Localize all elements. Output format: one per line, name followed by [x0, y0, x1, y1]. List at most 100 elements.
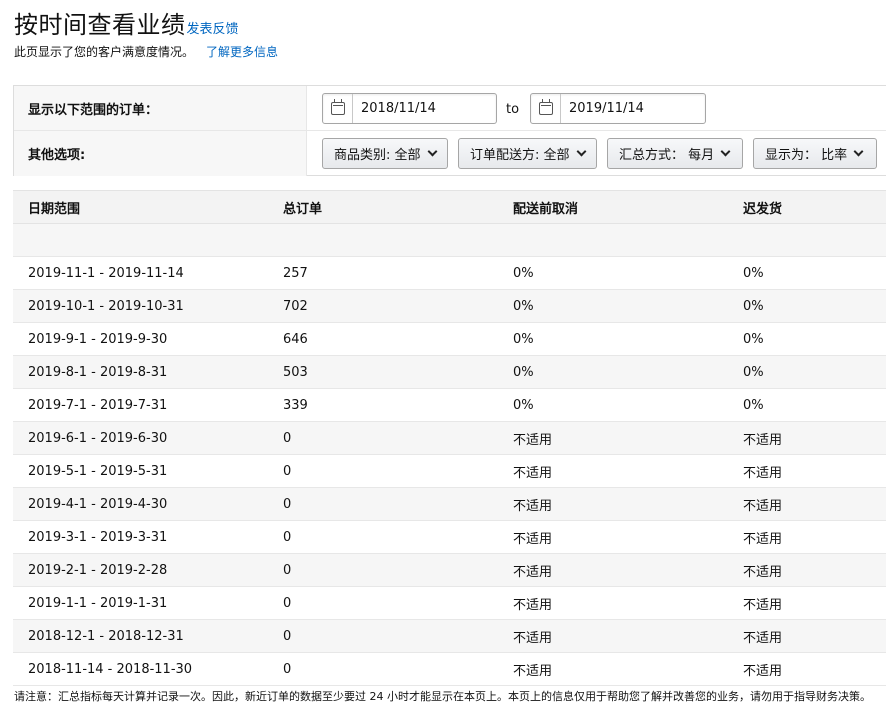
date-to-label: to [506, 102, 520, 117]
cell-late-shipment: 0% [743, 298, 764, 314]
cell-late-shipment: 0% [743, 397, 764, 413]
start-date-input[interactable]: 2018/11/14 [322, 93, 497, 124]
title-line: 按时间查看业绩 发表反馈 [14, 8, 278, 42]
cell-date-range: 2019-3-1 - 2019-3-31 [28, 529, 168, 545]
fulfillment-dropdown[interactable]: 订单配送方: 全部 [458, 138, 597, 169]
feedback-link[interactable]: 发表反馈 [187, 18, 239, 37]
cell-date-range: 2019-8-1 - 2019-8-31 [28, 364, 168, 380]
cell-cancellations: 不适用 [513, 465, 553, 481]
end-date-input[interactable]: 2019/11/14 [530, 93, 706, 124]
cell-late-shipment: 不适用 [743, 498, 783, 514]
category-dropdown-label: 商品类别: 全部 [334, 148, 421, 163]
calendar-icon [330, 99, 345, 115]
cell-date-range: 2019-7-1 - 2019-7-31 [28, 397, 168, 413]
cell-total-orders: 0 [283, 595, 292, 611]
cell-total-orders: 0 [283, 496, 292, 512]
cell-late-shipment: 不适用 [743, 432, 783, 448]
cell-late-shipment: 不适用 [743, 564, 783, 580]
cell-late-shipment: 不适用 [743, 531, 783, 547]
cell-cancellations: 0% [513, 265, 534, 281]
date-range-label: 显示以下范围的订单： [14, 86, 307, 130]
cell-late-shipment: 0% [743, 364, 764, 380]
table-row: 2019-11-1 - 2019-11-14 257 0% 0% [13, 257, 886, 290]
table-header: 日期范围 总订单 配送前取消 迟发货 [13, 190, 886, 224]
cell-cancellations: 不适用 [513, 663, 553, 679]
table-row: 2019-5-1 - 2019-5-31 0 不适用 不适用 [13, 455, 886, 488]
column-header-total-orders: 总订单 [283, 201, 323, 217]
column-header-late-shipment: 迟发货 [743, 201, 783, 217]
cell-late-shipment: 不适用 [743, 630, 783, 646]
cell-total-orders: 0 [283, 529, 292, 545]
aggregation-dropdown[interactable]: 汇总方式： 每月 [607, 138, 743, 169]
date-range-controls: 2018/11/14 to 2019/11/14 [307, 86, 886, 130]
aggregation-dropdown-label: 汇总方式： 每月 [619, 148, 715, 163]
cell-date-range: 2019-10-1 - 2019-10-31 [28, 298, 184, 314]
cell-cancellations: 不适用 [513, 432, 553, 448]
chevron-down-icon [853, 146, 864, 157]
page-title: 按时间查看业绩 [14, 11, 186, 39]
cell-total-orders: 339 [283, 397, 308, 413]
cell-date-range: 2018-11-14 - 2018-11-30 [28, 661, 193, 677]
cell-cancellations: 0% [513, 364, 534, 380]
cell-total-orders: 0 [283, 463, 292, 479]
filter-panel: 显示以下范围的订单： 2018/11/14 to 2019/11/14 其他选项… [13, 85, 886, 176]
start-date-value: 2018/11/14 [361, 101, 436, 116]
cell-late-shipment: 0% [743, 331, 764, 347]
table-row: 2019-10-1 - 2019-10-31 702 0% 0% [13, 290, 886, 323]
display-as-dropdown-label: 显示为： 比率 [765, 148, 848, 163]
cell-date-range: 2019-1-1 - 2019-1-31 [28, 595, 168, 611]
table-row: 2019-1-1 - 2019-1-31 0 不适用 不适用 [13, 587, 886, 620]
cell-total-orders: 0 [283, 628, 292, 644]
cell-late-shipment: 0% [743, 265, 764, 281]
cell-total-orders: 257 [283, 265, 308, 281]
date-range-row: 显示以下范围的订单： 2018/11/14 to 2019/11/14 [14, 86, 886, 131]
cell-total-orders: 0 [283, 430, 292, 446]
calendar-icon [538, 99, 553, 115]
cell-total-orders: 646 [283, 331, 308, 347]
subtitle-line: 此页显示了您的客户满意度情况。 了解更多信息 [14, 43, 278, 60]
cell-late-shipment: 不适用 [743, 663, 783, 679]
end-date-value: 2019/11/14 [569, 101, 644, 116]
cell-total-orders: 0 [283, 562, 292, 578]
cell-date-range: 2019-5-1 - 2019-5-31 [28, 463, 168, 479]
cell-cancellations: 不适用 [513, 498, 553, 514]
learn-more-link[interactable]: 了解更多信息 [206, 43, 278, 60]
empty-row [13, 224, 886, 257]
cell-total-orders: 0 [283, 661, 292, 677]
cell-late-shipment: 不适用 [743, 465, 783, 481]
cell-date-range: 2019-9-1 - 2019-9-30 [28, 331, 168, 347]
table-row: 2019-8-1 - 2019-8-31 503 0% 0% [13, 356, 886, 389]
display-as-dropdown[interactable]: 显示为： 比率 [753, 138, 877, 169]
cell-date-range: 2018-12-1 - 2018-12-31 [28, 628, 184, 644]
other-options-row: 其他选项: 商品类别: 全部 订单配送方: 全部 汇总方式： 每月 显示为： 比… [14, 131, 886, 176]
table-row: 2019-7-1 - 2019-7-31 339 0% 0% [13, 389, 886, 422]
table-row: 2019-2-1 - 2019-2-28 0 不适用 不适用 [13, 554, 886, 587]
cell-cancellations: 0% [513, 331, 534, 347]
cell-total-orders: 503 [283, 364, 308, 380]
chevron-down-icon [576, 146, 586, 157]
start-date-calendar-button[interactable] [323, 94, 353, 123]
performance-table: 日期范围 总订单 配送前取消 迟发货 2019-11-1 - 2019-11-1… [13, 190, 886, 686]
other-options-controls: 商品类别: 全部 订单配送方: 全部 汇总方式： 每月 显示为： 比率 [307, 131, 886, 176]
cell-cancellations: 不适用 [513, 597, 553, 613]
page-subtitle: 此页显示了您的客户满意度情况。 [14, 45, 195, 59]
cell-cancellations: 不适用 [513, 630, 553, 646]
table-row: 2018-11-14 - 2018-11-30 0 不适用 不适用 [13, 653, 886, 686]
cell-date-range: 2019-6-1 - 2019-6-30 [28, 430, 168, 446]
end-date-calendar-button[interactable] [531, 94, 561, 123]
cell-date-range: 2019-11-1 - 2019-11-14 [28, 265, 184, 281]
cell-total-orders: 702 [283, 298, 308, 314]
cell-cancellations: 不适用 [513, 564, 553, 580]
cell-cancellations: 不适用 [513, 531, 553, 547]
table-row: 2019-4-1 - 2019-4-30 0 不适用 不适用 [13, 488, 886, 521]
table-row: 2019-6-1 - 2019-6-30 0 不适用 不适用 [13, 422, 886, 455]
cell-late-shipment: 不适用 [743, 597, 783, 613]
chevron-down-icon [427, 146, 437, 157]
other-options-label: 其他选项: [14, 131, 307, 176]
column-header-date-range: 日期范围 [28, 201, 81, 217]
table-row: 2019-3-1 - 2019-3-31 0 不适用 不适用 [13, 521, 886, 554]
column-header-cancellations: 配送前取消 [513, 201, 579, 217]
table-body: 2019-11-1 - 2019-11-14 257 0% 0% 2019-10-1 -… [13, 257, 886, 686]
category-dropdown[interactable]: 商品类别: 全部 [322, 138, 448, 169]
cell-date-range: 2019-2-1 - 2019-2-28 [28, 562, 168, 578]
